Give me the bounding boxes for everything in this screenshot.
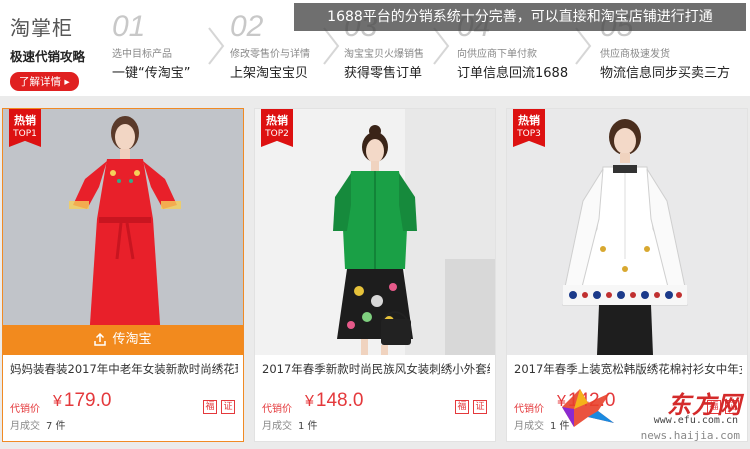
- upload-label: 传淘宝: [112, 332, 152, 347]
- currency-symbol: ¥: [305, 393, 314, 410]
- certificate-tag-icon: 证: [725, 400, 739, 414]
- overlay-caption: 1688平台的分销系统十分完善，可以直接和淘宝店铺进行打通: [294, 3, 746, 31]
- chevron-right-icon: [208, 27, 225, 65]
- brand-block: 淘掌柜 极速代销攻略 了解详情 ▸: [10, 12, 106, 91]
- step-number: 01: [112, 10, 146, 43]
- currency-symbol: ¥: [557, 393, 566, 410]
- fortune-tag-icon: 福: [455, 400, 469, 414]
- product-photo[interactable]: 热销 TOP3: [507, 109, 747, 355]
- service-tags: 福证: [703, 396, 739, 414]
- monthly-sales: 月成交 1 件: [262, 417, 318, 432]
- service-tags: 福证: [199, 396, 235, 414]
- badge-hot-label: 热销: [14, 114, 36, 127]
- step-caption: 修改零售价与详情: [230, 49, 310, 60]
- step-title: 物流信息同步买卖三方: [600, 66, 731, 81]
- badge-rank-label: TOP3: [517, 129, 541, 139]
- chevron-right-icon: [323, 27, 340, 65]
- monthly-label: 月成交: [514, 421, 544, 432]
- chevron-right-icon: [575, 27, 592, 65]
- monthly-label: 月成交: [10, 421, 40, 432]
- badge-rank-label: TOP2: [265, 129, 289, 139]
- product-photo[interactable]: 热销 TOP2: [255, 109, 495, 355]
- product-photo[interactable]: 热销 TOP1 传淘宝: [3, 109, 243, 355]
- upload-icon: [94, 333, 107, 346]
- price-label: 代销价: [262, 404, 292, 415]
- service-tags: 福证: [451, 396, 487, 414]
- badge-rank-label: TOP1: [13, 129, 37, 139]
- step-caption: 淘宝宝贝火爆销售: [344, 49, 424, 60]
- product-card[interactable]: 热销 TOP3 2017年春季上装宽松韩版绣花棉衬衫女中年女 代销价 ¥142.…: [506, 108, 748, 442]
- fortune-tag-icon: 福: [707, 400, 721, 414]
- step-title: 上架淘宝宝贝: [230, 66, 309, 81]
- brand-subtitle: 极速代销攻略: [10, 49, 86, 64]
- product-card[interactable]: 热销 TOP2 2017年春季新款时尚民族风女装刺绣小外套绣 代销价 ¥148.…: [254, 108, 496, 442]
- price-label: 代销价: [10, 404, 40, 415]
- step-caption: 供应商极速发货: [600, 49, 670, 60]
- monthly-count: 7 件: [46, 421, 66, 432]
- badge-hot-label: 热销: [518, 114, 540, 127]
- product-price: ¥179.0: [53, 390, 111, 412]
- monthly-count: 1 件: [298, 421, 318, 432]
- step-title: 获得零售订单: [344, 66, 423, 81]
- currency-symbol: ¥: [53, 393, 62, 410]
- step-title: 订单信息回流1688: [457, 66, 569, 81]
- step-title: 一键“传淘宝”: [112, 66, 191, 81]
- certificate-tag-icon: 证: [221, 400, 235, 414]
- monthly-label: 月成交: [262, 421, 292, 432]
- product-price: ¥148.0: [305, 390, 363, 412]
- price-value: 179.0: [63, 390, 112, 411]
- price-value: 148.0: [315, 390, 364, 411]
- product-card[interactable]: 热销 TOP1 传淘宝 妈妈装春装2017年中老年女装新款时尚绣花珍 代销价 ¥…: [2, 108, 244, 442]
- monthly-sales: 月成交 7 件: [10, 417, 66, 432]
- product-title[interactable]: 2017年春季上装宽松韩版绣花棉衬衫女中年女: [514, 361, 742, 377]
- chevron-right-icon: [433, 27, 450, 65]
- step-caption: 向供应商下单付款: [457, 49, 537, 60]
- certificate-tag-icon: 证: [473, 400, 487, 414]
- price-value: 142.0: [567, 390, 616, 411]
- product-price: ¥142.0: [557, 390, 615, 412]
- monthly-sales: 月成交 1 件: [514, 417, 570, 432]
- badge-hot-label: 热销: [266, 114, 288, 127]
- upload-to-taobao-button[interactable]: 传淘宝: [3, 325, 243, 355]
- step-caption: 选中目标产品: [112, 49, 172, 60]
- promo-banner: 淘掌柜 极速代销攻略 了解详情 ▸ 01 选中目标产品 一键“传淘宝” 02 修…: [0, 0, 750, 96]
- brand-title: 淘掌柜: [10, 16, 73, 40]
- product-title[interactable]: 2017年春季新款时尚民族风女装刺绣小外套绣: [262, 361, 490, 377]
- price-label: 代销价: [514, 404, 544, 415]
- product-title[interactable]: 妈妈装春装2017年中老年女装新款时尚绣花珍: [10, 361, 238, 377]
- fortune-tag-icon: 福: [203, 400, 217, 414]
- learn-more-button[interactable]: 了解详情 ▸: [10, 72, 79, 91]
- step-number: 02: [230, 10, 264, 43]
- monthly-count: 1 件: [550, 421, 570, 432]
